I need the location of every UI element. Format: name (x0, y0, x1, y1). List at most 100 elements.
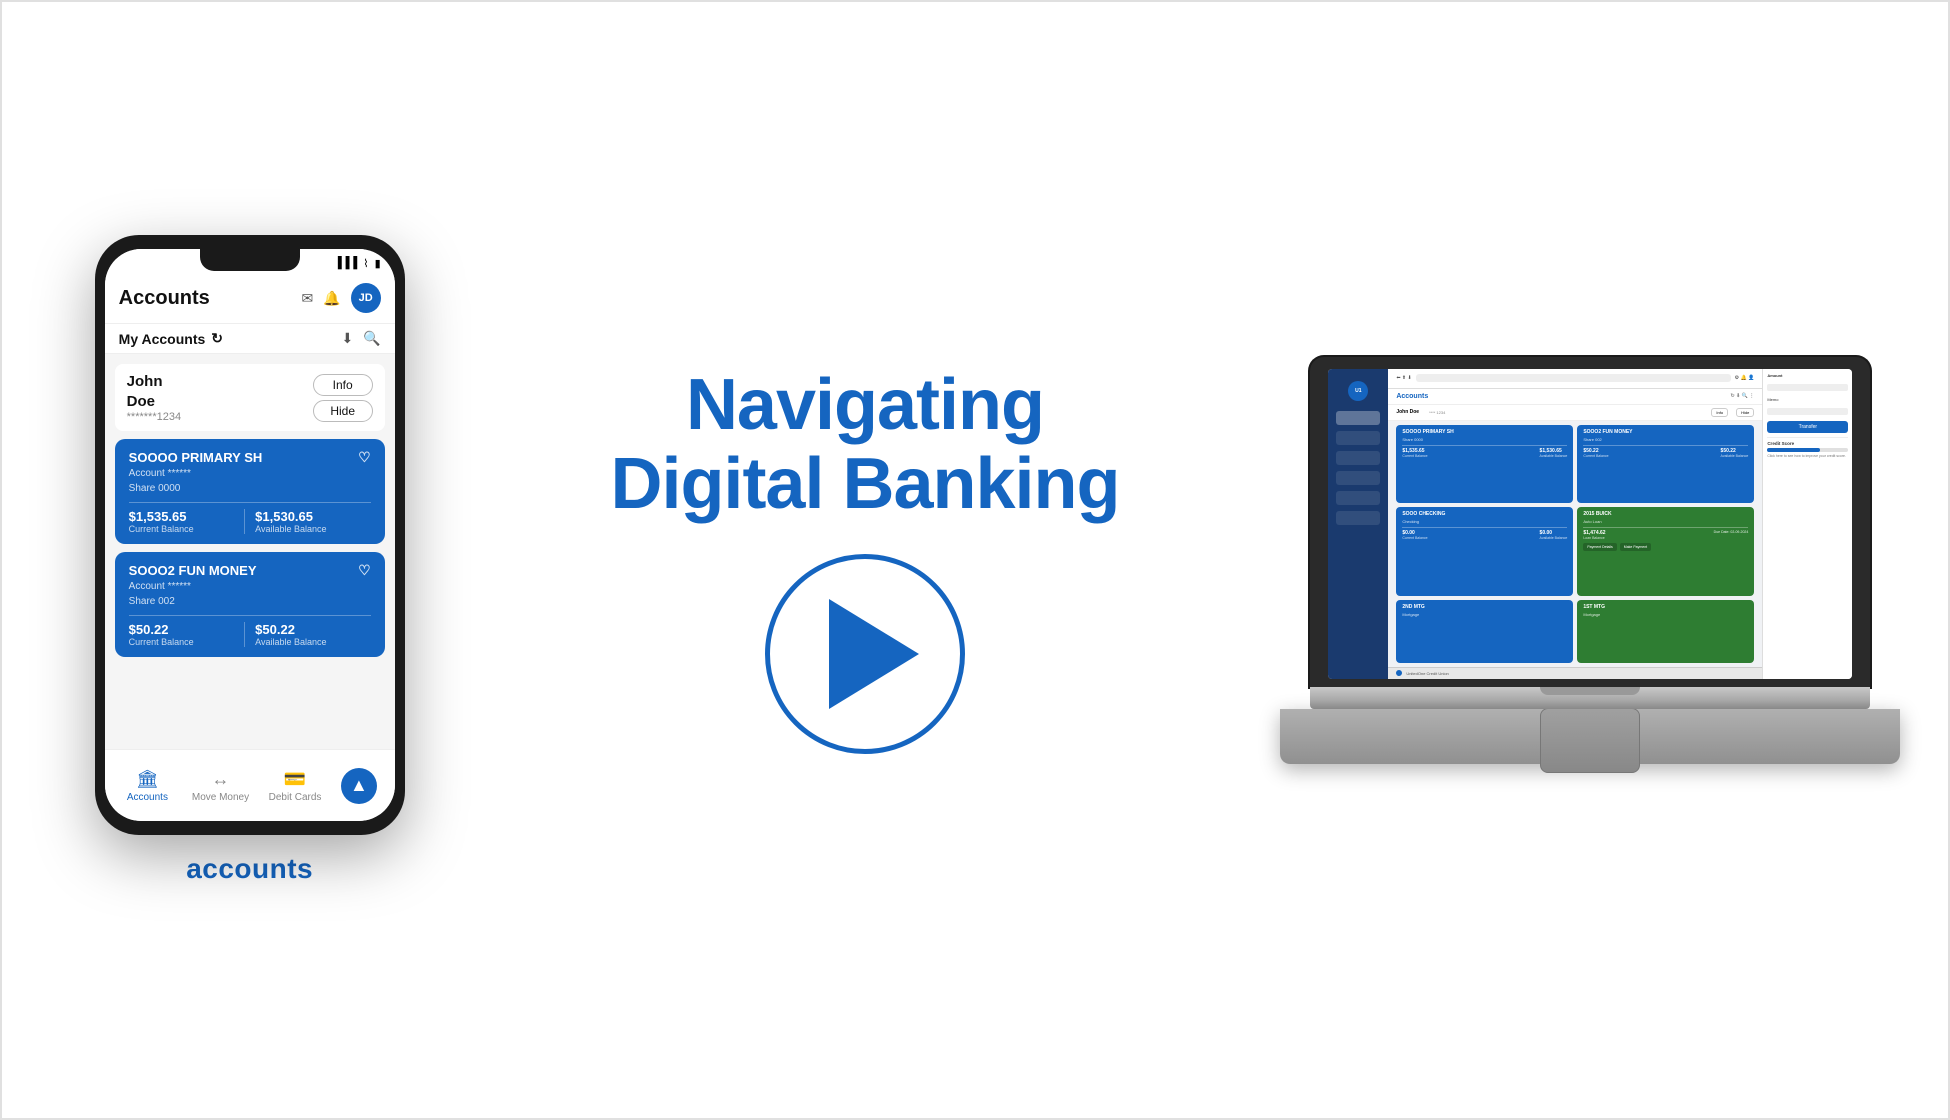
laptop-card5-sub: Mortgage (1583, 612, 1748, 617)
memo-input-mock (1767, 408, 1848, 415)
laptop-transfer-btn[interactable]: Transfer (1767, 421, 1848, 433)
laptop-info-btn: Info (1711, 408, 1728, 417)
signal-icon: ▐▐▐ (334, 257, 357, 269)
phone-notch (200, 249, 300, 271)
avatar[interactable]: JD (351, 283, 381, 313)
mail-icon[interactable]: ✉ (301, 290, 313, 307)
card0-available: $1,530.65 Available Balance (1540, 448, 1568, 458)
laptop-base (1310, 687, 1870, 709)
subheader-actions: ⬇ 🔍 (341, 330, 380, 347)
header-icons: ✉ 🔔 JD (301, 283, 380, 313)
favorite-icon[interactable]: ♡ (358, 449, 371, 466)
card-sub2: Share 0000 (129, 483, 371, 494)
laptop-card-2nd-mtg: 2ND MTG Mortgage (1396, 600, 1573, 662)
card2-current-amount: $50.22 (129, 622, 245, 637)
current-balance-label: Current Balance (129, 524, 245, 534)
laptop-device: U1 ⬅ ⬆ ⬇ ⚙ 🔔 👤 (1310, 357, 1870, 764)
logo-circle: U1 (1348, 381, 1368, 401)
right-memo-label: Memo (1767, 397, 1848, 402)
laptop-top-bar: ⬅ ⬆ ⬇ ⚙ 🔔 👤 (1388, 369, 1762, 389)
phone-mockup: ▐▐▐ ⌇ ▮ Accounts ✉ 🔔 JD My Accounts ↻ (80, 235, 420, 885)
card-sub1: Account ****** (129, 468, 371, 479)
make-payment-btn: Make Payment (1620, 543, 1651, 551)
nav-move-money[interactable]: ↔ Move Money (192, 769, 249, 803)
debit-card-icon: 💳 (284, 769, 306, 790)
phone-bottom-label: accounts (186, 853, 313, 885)
user-name-line1: John Doe (127, 372, 181, 411)
card2-current-col: $50.22 Current Balance (129, 622, 245, 647)
laptop-card3-sub: Auto Loan (1583, 519, 1748, 524)
card1-available: $50.22 Available Balance (1721, 448, 1749, 458)
sidebar-accounts (1336, 411, 1380, 425)
sidebar-item-2 (1336, 451, 1380, 465)
refresh-icon[interactable]: ↻ (211, 330, 223, 347)
card2-sub2: Share 002 (129, 596, 371, 607)
center-section: Navigating Digital Banking (575, 366, 1155, 754)
play-button[interactable] (765, 554, 965, 754)
laptop-trackpad (1540, 708, 1640, 773)
laptop-accounts-header: Accounts ↻ ⬇ 🔍 ⋮ (1388, 389, 1762, 405)
card3-due: Due Date: 02-09-2024 (1714, 530, 1749, 540)
laptop-card-checking: SOOO CHECKING Checking $0.00 Current Bal… (1396, 507, 1573, 596)
laptop-header-actions: ↻ ⬇ 🔍 ⋮ (1731, 393, 1755, 399)
laptop-sidebar: U1 (1328, 369, 1388, 679)
phone-content: John Doe *******1234 Info Hide SOOOO PRI… (105, 354, 395, 749)
laptop-hide-btn: Hide (1736, 408, 1754, 417)
laptop-logo: U1 (1344, 377, 1372, 405)
laptop-mockup: U1 ⬅ ⬆ ⬇ ⚙ 🔔 👤 (1310, 357, 1870, 764)
right-panel-amount-label: Amount (1767, 373, 1848, 378)
laptop-card-primary: SOOOO PRIMARY SH Share 0000 $1,535.65 Cu… (1396, 425, 1573, 503)
sidebar-item-3 (1336, 471, 1380, 485)
laptop-keyboard (1280, 709, 1900, 764)
card3-balance: $1,474.62 Loan Balance (1583, 530, 1605, 540)
wifi-icon: ⌇ (363, 257, 368, 270)
laptop-card-buick: 2015 BUICK Auto Loan $1,474.62 Loan Bala… (1577, 507, 1754, 596)
bottom-bar-text: UnitedOne Credit Union (1406, 671, 1448, 676)
credit-score-bar (1767, 448, 1848, 452)
sidebar-item-4 (1336, 491, 1380, 505)
accounts-icon: 🏛 (136, 769, 159, 790)
phone-subheader: My Accounts ↻ ⬇ 🔍 (105, 324, 395, 354)
search-icon[interactable]: 🔍 (363, 330, 380, 347)
download-icon[interactable]: ⬇ (341, 330, 353, 347)
user-name-block: John Doe *******1234 (127, 372, 181, 423)
my-accounts-label: My Accounts ↻ (119, 330, 223, 347)
current-balance-amount: $1,535.65 (129, 509, 245, 524)
move-money-icon: ↔ (212, 769, 230, 790)
info-button[interactable]: Info (313, 374, 373, 396)
laptop-card0-sub: Share 0000 (1402, 437, 1567, 442)
nav-accounts[interactable]: 🏛 Accounts (122, 769, 172, 803)
user-action-buttons: Info Hide (313, 374, 373, 422)
credit-score-section: Credit Score Click here to see how to im… (1767, 437, 1848, 458)
phone-title: Accounts (119, 287, 210, 310)
phone-screen: ▐▐▐ ⌇ ▮ Accounts ✉ 🔔 JD My Accounts ↻ (105, 249, 395, 821)
laptop-screen: U1 ⬅ ⬆ ⬇ ⚙ 🔔 👤 (1328, 369, 1852, 679)
current-balance-col: $1,535.65 Current Balance (129, 509, 245, 534)
laptop-card1-balances: $50.22 Current Balance $50.22 Available … (1583, 445, 1748, 458)
user-info-row: John Doe *******1234 Info Hide (115, 364, 385, 431)
card1-balance: $50.22 Current Balance (1583, 448, 1608, 458)
laptop-card4-sub: Mortgage (1402, 612, 1567, 617)
play-triangle-icon (829, 599, 919, 709)
sidebar-item-5 (1336, 511, 1380, 525)
phone-device: ▐▐▐ ⌇ ▮ Accounts ✉ 🔔 JD My Accounts ↻ (95, 235, 405, 835)
available-balance-amount: $1,530.65 (255, 509, 371, 524)
phone-header: Accounts ✉ 🔔 JD (105, 277, 395, 324)
laptop-card0-balances: $1,535.65 Current Balance $1,530.65 Avai… (1402, 445, 1567, 458)
account-card-fun-money: SOOO2 FUN MONEY ♡ Account ****** Share 0… (115, 552, 385, 657)
scroll-up-button[interactable]: ▲ (341, 768, 377, 804)
card-title-primary: SOOOO PRIMARY SH ♡ (129, 449, 371, 466)
credit-score-label: Credit Score (1767, 441, 1848, 446)
bell-icon[interactable]: 🔔 (323, 290, 340, 307)
toolbar-icons: ⚙ 🔔 👤 (1735, 375, 1755, 381)
hide-button[interactable]: Hide (313, 400, 373, 422)
nav-debit-cards[interactable]: 💳 Debit Cards (269, 769, 322, 803)
card2-available: $0.00 Available Balance (1540, 530, 1568, 540)
card2-sub1: Account ****** (129, 581, 371, 592)
laptop-user-row: John Doe **** 1234 Info Hide (1388, 405, 1762, 421)
laptop-cards-grid: SOOOO PRIMARY SH Share 0000 $1,535.65 Cu… (1388, 421, 1762, 667)
card0-balance: $1,535.65 Current Balance (1402, 448, 1427, 458)
favorite-icon-2[interactable]: ♡ (358, 562, 371, 579)
credit-score-desc: Click here to see how to improve your cr… (1767, 454, 1848, 458)
card2-available-label: Available Balance (255, 637, 371, 647)
